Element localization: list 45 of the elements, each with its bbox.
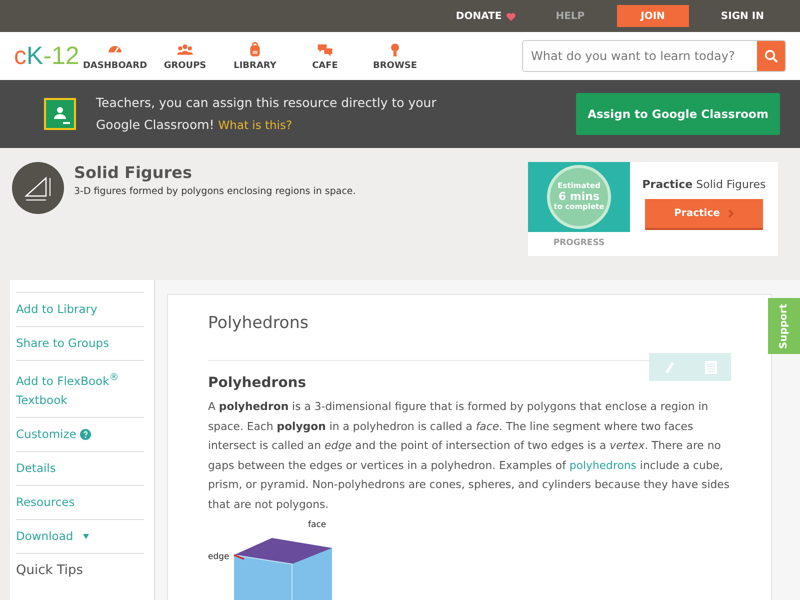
support-tab[interactable]: Support: [768, 298, 800, 354]
sidebar-link[interactable]: Customize: [16, 424, 76, 444]
chat-icon: [317, 42, 333, 58]
people-icon: [177, 42, 193, 58]
chevron-icon: [728, 209, 734, 218]
help-icon[interactable]: [80, 428, 92, 440]
banner-text: Teachers, you can assign this resource directly to your Google Classroom! What is this?: [96, 94, 438, 134]
sidebar-link[interactable]: Resources: [16, 492, 75, 512]
logo[interactable]: cK-12: [14, 42, 80, 70]
nav-item[interactable]: BROWSE: [360, 42, 430, 70]
sidebar-link[interactable]: Details: [16, 458, 56, 478]
triangle-ruler-icon: [12, 162, 64, 214]
practice-heading: Practice Solid Figures: [642, 178, 766, 191]
search-button[interactable]: [757, 41, 785, 71]
caret-icon: [83, 534, 90, 539]
search-field[interactable]: What do you want to learn today?: [522, 40, 786, 72]
backpack-icon: [247, 42, 263, 58]
figure-label: face: [308, 520, 326, 530]
assign-button[interactable]: Assign to Google Classroom: [576, 93, 780, 135]
concept-description: 3-D figures formed by polygons enclosing regions in space.: [74, 186, 356, 197]
sidebar-link[interactable]: Add to Library: [16, 300, 98, 319]
progress-label: PROGRESS: [552, 238, 606, 248]
article-paragraph: A polyhedron is a 3-dimensional figure that is formed by polygons that enclose a region in space. Each polygon in a polyhedron is called a face. The line segment where two faces intersect is called an edge and the point of intersection of two edges is a vertex. There are no gaps between the edges or vertices in a polyhedron. Examples of polyhedrons include a cube, prism, or pyramid. Non-polyhedrons are cones, spheres, and cylinders because they have sides that are not polygons.: [208, 399, 731, 512]
practice-button[interactable]: Practice: [645, 199, 763, 230]
top-link[interactable]: SIGN IN: [700, 5, 784, 27]
nav-item[interactable]: GROUPS: [150, 42, 220, 70]
polyhedrons-link[interactable]: polyhedrons: [569, 458, 636, 472]
sidebar-link[interactable]: Add to FlexBook$^{®}$ Textbook: [16, 368, 144, 410]
sidebar-link[interactable]: Download: [16, 526, 74, 546]
top-link[interactable]: DONATE: [436, 5, 536, 27]
figure-label: edge: [208, 552, 230, 562]
nav-item[interactable]: LIBRARY: [220, 42, 290, 70]
classroom-icon: [44, 98, 76, 130]
sidebar-link[interactable]: Share to Groups: [16, 334, 110, 353]
sidebar-heading: Quick Tips: [16, 552, 144, 587]
search-icon: [764, 49, 778, 63]
what-is-this-link[interactable]: What is this?: [218, 118, 292, 132]
heart-icon: [506, 12, 516, 20]
top-link[interactable]: HELP: [536, 5, 605, 27]
join-button[interactable]: JOIN: [616, 5, 689, 27]
estimate-text: 6 mins: [558, 190, 600, 203]
nav-item[interactable]: CAFE: [290, 42, 360, 70]
nav-item[interactable]: DASHBOARD: [80, 42, 150, 70]
section-title: Polyhedrons: [208, 375, 308, 391]
concept-title: Solid Figures: [74, 163, 194, 182]
